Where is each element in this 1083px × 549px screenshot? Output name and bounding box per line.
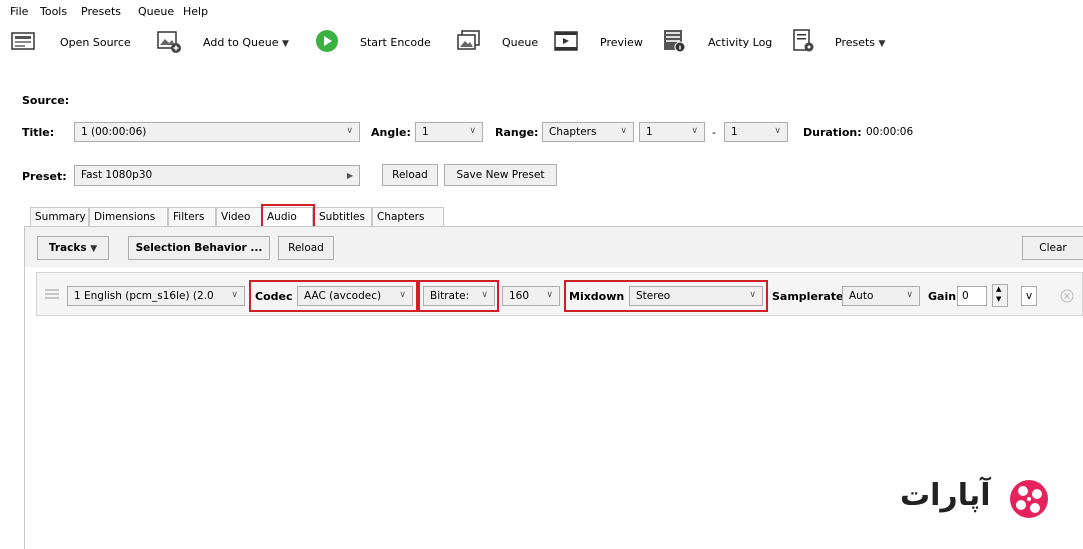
queue-icon[interactable] <box>456 28 482 54</box>
drag-handle-icon[interactable] <box>44 288 60 303</box>
queue-button[interactable]: Queue <box>502 36 538 49</box>
chevron-down-icon: ∨ <box>774 126 781 136</box>
gain-value: 0 <box>962 290 969 302</box>
title-label: Title: <box>22 126 55 139</box>
activity-log-icon[interactable] <box>661 28 687 54</box>
preset-label: Preset: <box>22 170 67 183</box>
menu-tools[interactable]: Tools <box>40 5 67 18</box>
tab-subtitles[interactable]: Subtitles <box>314 207 372 226</box>
angle-dropdown[interactable]: 1 ∨ <box>415 122 483 142</box>
clear-button[interactable]: Clear <box>1022 236 1083 260</box>
audio-reload-button[interactable]: Reload <box>278 236 334 260</box>
aparat-logo-text: آپارات <box>900 478 991 513</box>
aparat-logo-icon <box>1006 476 1052 525</box>
presets-label: Presets <box>835 36 876 49</box>
presets-icon[interactable] <box>790 28 816 54</box>
source-heading: Source: <box>22 94 70 107</box>
gain-stepper[interactable]: ▲ ▼ <box>992 284 1008 307</box>
chevron-down-icon: ∨ <box>469 126 476 136</box>
bitrate-highlight <box>418 280 499 312</box>
extra-options-value: v <box>1026 290 1033 302</box>
menu-file[interactable]: File <box>10 5 28 18</box>
extra-options-dropdown[interactable]: v <box>1021 286 1037 306</box>
chevron-down-icon: ▼ <box>90 244 98 254</box>
samplerate-dropdown[interactable]: Auto ∨ <box>842 286 920 306</box>
range-start-dropdown[interactable]: 1 ∨ <box>639 122 705 142</box>
tab-dimensions[interactable]: Dimensions <box>89 207 168 226</box>
aparat-watermark: آپارات <box>900 474 1056 524</box>
open-source-icon[interactable] <box>10 28 36 54</box>
selection-behavior-button[interactable]: Selection Behavior ... <box>128 236 270 260</box>
add-to-queue-icon[interactable] <box>156 28 182 54</box>
tab-filters[interactable]: Filters <box>168 207 216 226</box>
chevron-down-icon: ▼ <box>878 39 886 49</box>
title-dropdown[interactable]: 1 (00:00:06) ∨ <box>74 122 360 142</box>
menu-bar: File Tools Presets Queue Help <box>0 0 1083 22</box>
preset-reload-button[interactable]: Reload <box>382 164 438 186</box>
samplerate-value: Auto <box>849 290 874 302</box>
range-end-dropdown[interactable]: 1 ∨ <box>724 122 788 142</box>
stepper-up-icon[interactable]: ▲ <box>996 285 1001 293</box>
toolbar: Open Source Add to Queue ▼ Start Encode … <box>0 24 1083 60</box>
codec-highlight <box>249 280 418 312</box>
preview-icon[interactable] <box>553 28 579 54</box>
tab-summary[interactable]: Summary <box>30 207 89 226</box>
chevron-down-icon: ∨ <box>691 126 698 136</box>
tracks-button[interactable]: Tracks ▼ <box>37 236 109 260</box>
chevron-down-icon: ∨ <box>346 126 353 136</box>
tab-video[interactable]: Video <box>216 207 262 226</box>
bitrate-value-dropdown[interactable]: 160 ∨ <box>502 286 560 306</box>
range-end-value: 1 <box>731 126 738 138</box>
range-separator: - <box>712 126 716 139</box>
preset-value: Fast 1080p30 <box>81 169 153 181</box>
gain-label: Gain <box>928 290 957 303</box>
remove-track-icon[interactable] <box>1060 289 1074 306</box>
play-icon[interactable] <box>314 28 340 54</box>
chevron-down-icon: ∨ <box>906 290 913 300</box>
audio-tab-highlight <box>261 204 315 228</box>
preview-button[interactable]: Preview <box>600 36 643 49</box>
add-to-queue-label: Add to Queue <box>203 36 279 49</box>
stepper-down-icon[interactable]: ▼ <box>996 295 1001 303</box>
range-label: Range: <box>495 126 539 139</box>
audio-source-dropdown[interactable]: 1 English (pcm_s16le) (2.0 ∨ <box>67 286 245 306</box>
angle-label: Angle: <box>371 126 411 139</box>
range-mode-value: Chapters <box>549 126 597 138</box>
mixdown-highlight <box>564 280 768 312</box>
menu-help[interactable]: Help <box>183 5 208 18</box>
gain-input[interactable]: 0 <box>957 286 987 306</box>
menu-presets[interactable]: Presets <box>81 5 121 18</box>
title-value: 1 (00:00:06) <box>81 126 147 138</box>
chevron-down-icon: ∨ <box>546 290 553 300</box>
chevron-right-icon: ▶ <box>346 171 353 180</box>
chevron-down-icon: ∨ <box>620 126 627 136</box>
chevron-down-icon: ∨ <box>231 290 238 300</box>
save-new-preset-button[interactable]: Save New Preset <box>444 164 557 186</box>
range-mode-dropdown[interactable]: Chapters ∨ <box>542 122 634 142</box>
range-start-value: 1 <box>646 126 653 138</box>
presets-button[interactable]: Presets ▼ <box>835 36 885 49</box>
angle-value: 1 <box>422 126 429 138</box>
add-to-queue-button[interactable]: Add to Queue ▼ <box>203 36 289 49</box>
start-encode-button[interactable]: Start Encode <box>360 36 431 49</box>
menu-queue[interactable]: Queue <box>138 5 174 18</box>
duration-label: Duration: <box>803 126 862 139</box>
samplerate-label: Samplerate <box>772 290 844 303</box>
open-source-button[interactable]: Open Source <box>60 36 131 49</box>
chevron-down-icon: ▼ <box>281 39 289 49</box>
bitrate-value: 160 <box>509 290 530 302</box>
tracks-label: Tracks <box>48 242 87 254</box>
tab-chapters[interactable]: Chapters <box>372 207 444 226</box>
preset-selector[interactable]: Fast 1080p30 ▶ <box>74 165 360 186</box>
audio-source-value: 1 English (pcm_s16le) (2.0 <box>74 290 214 302</box>
activity-log-button[interactable]: Activity Log <box>708 36 772 49</box>
duration-value: 00:00:06 <box>866 126 914 138</box>
